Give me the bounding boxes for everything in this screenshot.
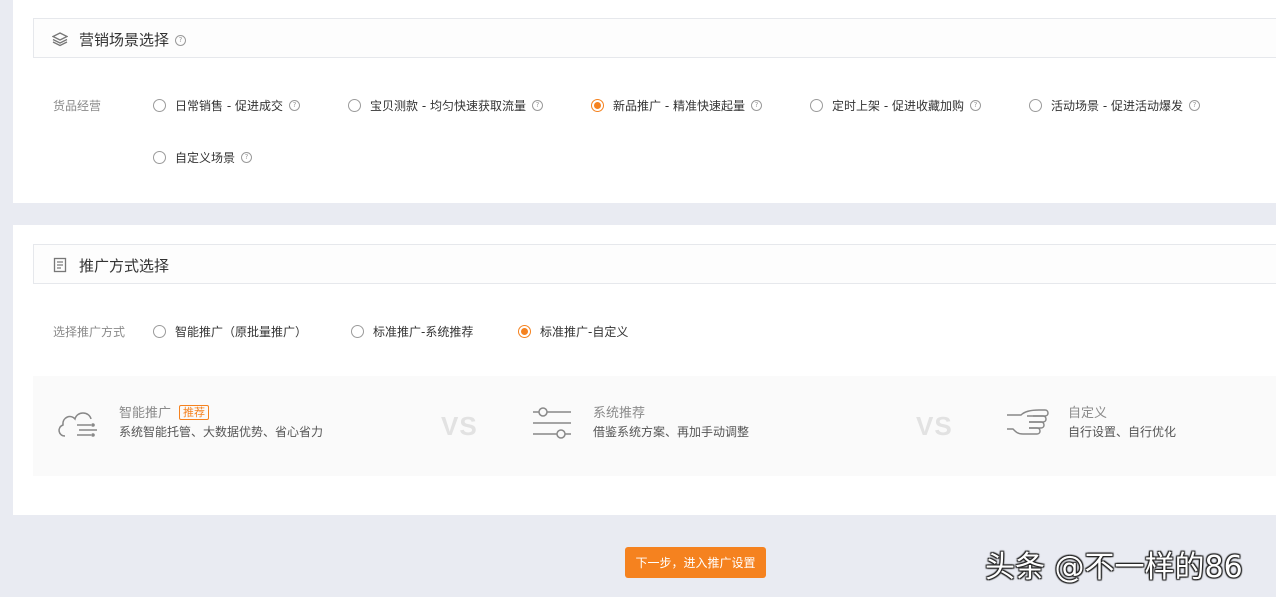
- next-step-button[interactable]: 下一步，进入推广设置: [625, 547, 766, 578]
- method-section-header: 推广方式选择: [33, 244, 1276, 284]
- help-icon[interactable]: ?: [1188, 100, 1200, 111]
- radio-daily-sales[interactable]: 日常销售 - 促进成交 ?: [153, 97, 300, 114]
- radio-circle[interactable]: [348, 99, 361, 112]
- help-icon[interactable]: ?: [969, 100, 981, 111]
- radio-circle[interactable]: [153, 151, 166, 164]
- radio-circle[interactable]: [153, 325, 166, 338]
- help-icon[interactable]: ?: [241, 152, 253, 163]
- method-panel: 推广方式选择 选择推广方式 智能推广（原批量推广） 标准推广-系统推荐 标准推广…: [13, 225, 1276, 515]
- method-row-label: 选择推广方式: [53, 325, 126, 339]
- radio-label: 标准推广-系统推荐: [373, 325, 474, 339]
- radio-standard-custom[interactable]: 标准推广-自定义: [518, 323, 628, 340]
- method-section-title: 推广方式选择: [79, 257, 170, 275]
- radio-smart-promotion[interactable]: 智能推广（原批量推广）: [153, 323, 307, 340]
- radio-label: 标准推广-自定义: [540, 325, 629, 339]
- vs-label: VS: [916, 411, 953, 441]
- recommend-badge: 推荐: [179, 405, 210, 420]
- radio-new-product[interactable]: 新品推广 - 精准快速起量 ?: [591, 97, 762, 114]
- document-icon: [53, 257, 67, 273]
- help-icon[interactable]: ?: [531, 100, 543, 111]
- sliders-icon: [533, 407, 571, 439]
- radio-scheduled-listing[interactable]: 定时上架 - 促进收藏加购 ?: [810, 97, 981, 114]
- radio-circle[interactable]: [518, 325, 531, 338]
- help-icon[interactable]: ?: [750, 100, 762, 111]
- cloud-hand-icon: [58, 412, 97, 437]
- radio-label: 新品推广 - 精准快速起量: [613, 99, 745, 113]
- compare-desc-system: 借鉴系统方案、再加手动调整: [593, 425, 750, 439]
- help-icon[interactable]: ?: [175, 35, 187, 46]
- radio-circle[interactable]: [591, 99, 604, 112]
- radio-label: 定时上架 - 促进收藏加购: [832, 99, 964, 113]
- radio-circle[interactable]: [810, 99, 823, 112]
- scene-panel: 营销场景选择? 货品经营 日常销售 - 促进成交 ? 宝贝测款 - 均匀快速获取…: [13, 0, 1276, 203]
- radio-custom-scene[interactable]: 自定义场景 ?: [153, 149, 253, 166]
- radio-label: 自定义场景: [175, 151, 236, 165]
- radio-label: 宝贝测款 - 均匀快速获取流量: [370, 99, 526, 113]
- radio-product-test[interactable]: 宝贝测款 - 均匀快速获取流量 ?: [348, 97, 543, 114]
- vs-label: VS: [441, 411, 478, 441]
- help-icon[interactable]: ?: [288, 100, 300, 111]
- radio-standard-system[interactable]: 标准推广-系统推荐: [351, 323, 473, 340]
- comparison-strip: 智能推广 推荐 系统智能托管、大数据优势、省心省力 VS 系统推荐 借鉴系统方案、…: [33, 376, 1276, 476]
- compare-title-custom: 自定义: [1068, 406, 1108, 421]
- radio-activity-scene[interactable]: 活动场景 - 促进活动爆发 ?: [1029, 97, 1200, 114]
- compare-title-text: 智能推广: [119, 406, 172, 421]
- radio-label: 智能推广（原批量推广）: [175, 325, 308, 339]
- radio-label: 活动场景 - 促进活动爆发: [1051, 99, 1183, 113]
- layers-icon: [52, 32, 68, 47]
- compare-desc-smart: 系统智能托管、大数据优势、省心省力: [119, 425, 324, 439]
- watermark-text: 头条 @不一样的86: [985, 550, 1243, 585]
- compare-title-system: 系统推荐: [593, 406, 646, 421]
- radio-label: 日常销售 - 促进成交: [175, 99, 283, 113]
- compare-desc-custom: 自行设置、自行优化: [1068, 425, 1177, 439]
- scene-section-header: 营销场景选择?: [33, 18, 1276, 58]
- scene-section-title: 营销场景选择: [79, 31, 170, 49]
- compare-title-smart: 智能推广 推荐: [119, 402, 210, 421]
- radio-circle[interactable]: [1029, 99, 1042, 112]
- pointing-hand-icon: [1007, 409, 1049, 435]
- radio-circle[interactable]: [153, 99, 166, 112]
- scene-row-label: 货品经营: [53, 99, 102, 113]
- radio-circle[interactable]: [351, 325, 364, 338]
